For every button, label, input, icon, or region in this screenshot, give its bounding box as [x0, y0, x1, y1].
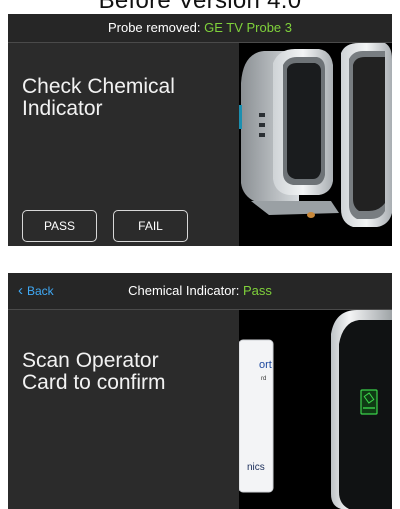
pass-button[interactable]: PASS — [22, 210, 97, 242]
card-text-3: nics — [247, 462, 265, 473]
status-text: Chemical Indicator: Pass — [8, 273, 392, 309]
instruction-line-2: Card to confirm — [22, 371, 166, 394]
check-indicator-screen: Probe removed: GE TV Probe 3 Check Chemi… — [8, 14, 392, 246]
instruction-text: Check Chemical Indicator — [22, 76, 232, 120]
indicator-result: Pass — [243, 283, 272, 298]
status-label: Probe removed: — [107, 20, 201, 35]
fail-button[interactable]: FAIL — [113, 210, 188, 242]
status-bar: ‹ Back Chemical Indicator: Pass — [8, 273, 392, 310]
probe-name: GE TV Probe 3 — [204, 20, 293, 35]
instruction-line-2: Indicator — [22, 97, 103, 120]
caption-title: Before Version 4.0 — [98, 0, 302, 14]
card-scan-illustration: ort rd nics — [239, 310, 392, 509]
card-text-2: rd — [261, 376, 266, 382]
status-text: Probe removed: GE TV Probe 3 — [8, 14, 392, 42]
card-scan-image: ort rd nics — [239, 310, 392, 509]
instruction-text: Scan Operator Card to confirm — [22, 350, 232, 394]
card-text-1: ort — [259, 359, 272, 371]
instruction-line-1: Check Chemical — [22, 75, 175, 98]
instruction-line-1: Scan Operator — [22, 349, 159, 372]
scan-card-screen: ‹ Back Chemical Indicator: Pass Scan Oper… — [8, 273, 392, 509]
status-label: Chemical Indicator: — [128, 283, 240, 298]
status-bar: Probe removed: GE TV Probe 3 — [8, 14, 392, 43]
probe-chamber-image — [239, 43, 392, 246]
chamber-illustration — [239, 43, 392, 246]
